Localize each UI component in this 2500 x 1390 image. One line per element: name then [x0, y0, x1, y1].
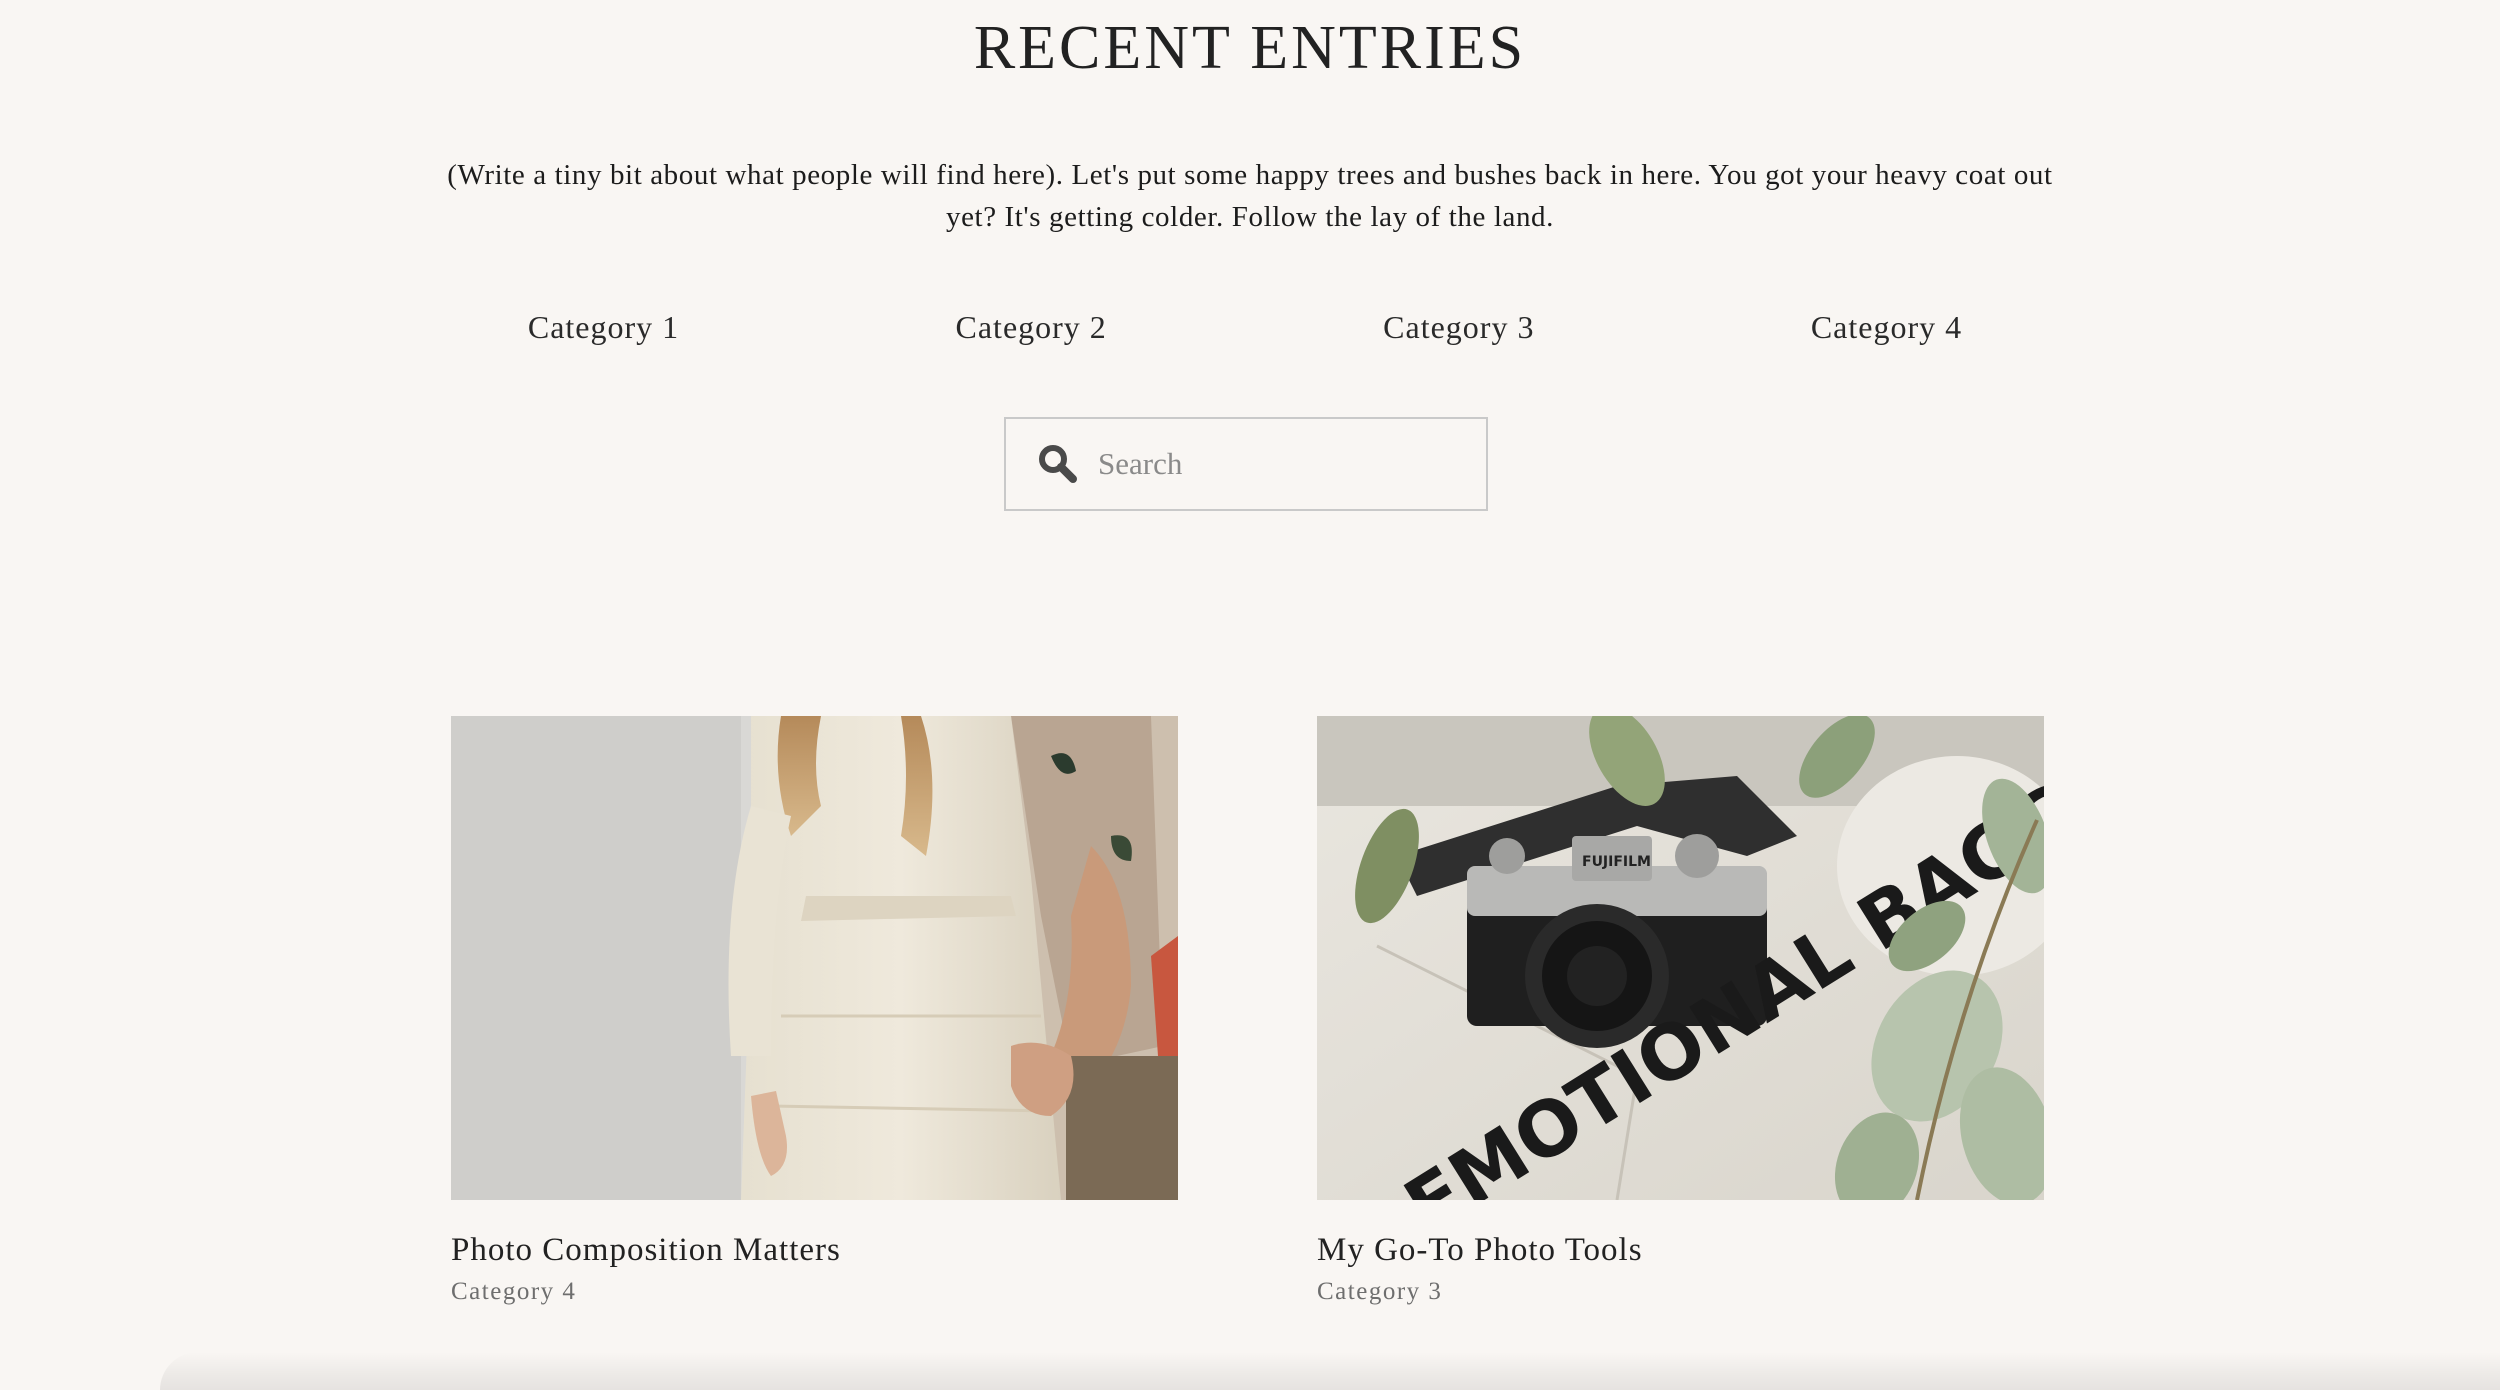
post-card: Photo Composition Matters Category 4 — [451, 716, 1178, 1310]
category-nav: Category 1 Category 2 Category 3 Categor… — [390, 300, 2100, 354]
category-link-3[interactable]: Category 3 — [1245, 300, 1672, 354]
post-image-camera[interactable]: FUJIFILM EMOTIONAL BAGG — [1317, 716, 2044, 1200]
post-category[interactable]: Category 4 — [451, 1274, 1178, 1310]
intro-text: (Write a tiny bit about what people will… — [447, 159, 2053, 233]
search-icon — [1039, 445, 1077, 483]
category-link-2[interactable]: Category 2 — [818, 300, 1245, 354]
post-category[interactable]: Category 3 — [1317, 1274, 2044, 1310]
category-link-4[interactable]: Category 4 — [1673, 300, 2100, 354]
page-title: RECENT ENTRIES — [973, 14, 1527, 82]
post-image-couple[interactable] — [451, 716, 1178, 1200]
search-input[interactable] — [1098, 446, 1458, 482]
search-box[interactable] — [1004, 417, 1488, 511]
post-card: FUJIFILM EMOTIONAL BAGG My Go-To Photo T… — [1317, 716, 2044, 1310]
post-title[interactable]: My Go-To Photo Tools — [1317, 1228, 2044, 1272]
category-link-1[interactable]: Category 1 — [390, 300, 817, 354]
bottom-panel-shadow — [160, 1352, 2500, 1390]
camera-brand-text: FUJIFILM — [1582, 854, 1651, 870]
post-title[interactable]: Photo Composition Matters — [451, 1228, 1178, 1272]
